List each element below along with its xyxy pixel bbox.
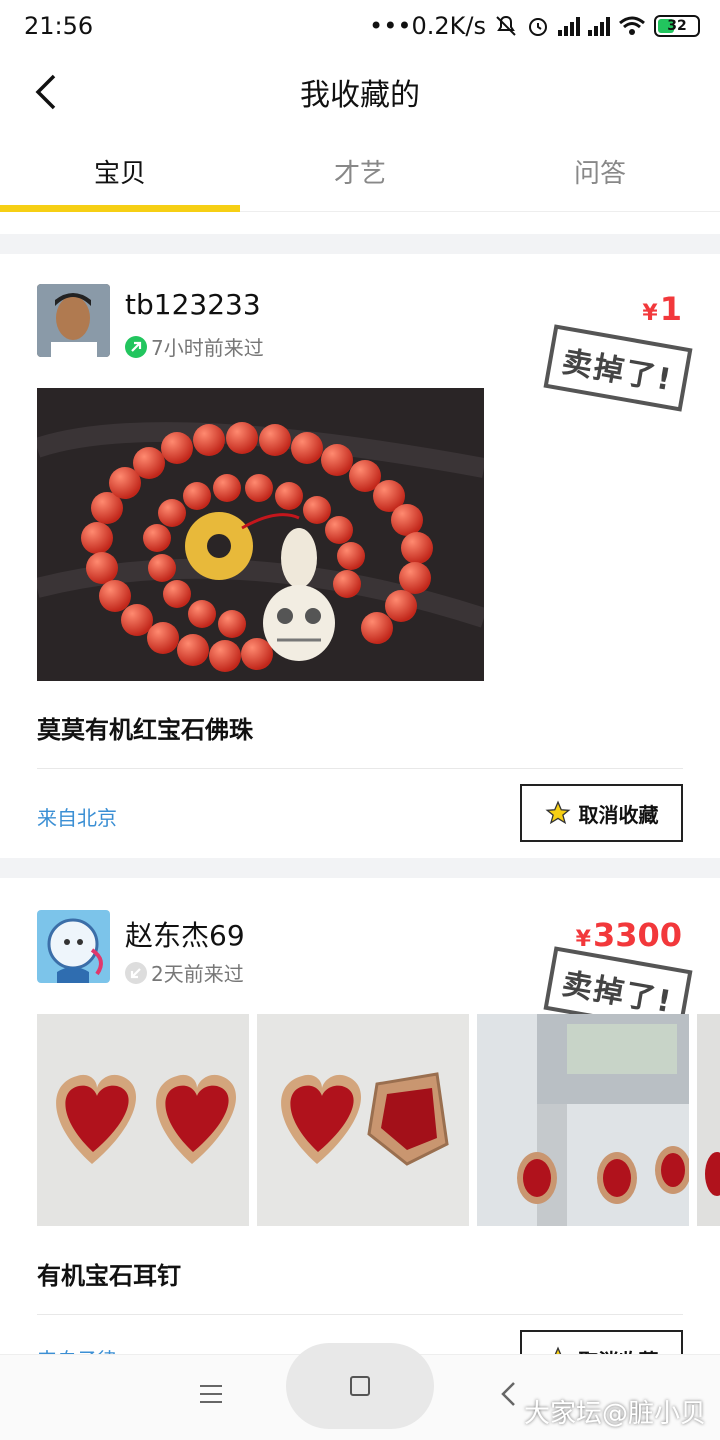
network-speed: •••0.2K/s [369,12,486,40]
alarm-icon [529,18,547,36]
battery-icon: 32 [654,15,700,37]
square-icon [350,1376,370,1396]
tab-qa[interactable]: 问答 [480,132,720,211]
location: 来自北京 [37,806,117,830]
page-title: 我收藏的 [300,78,420,113]
back-button[interactable] [26,72,66,112]
item-photo[interactable] [37,1014,249,1226]
menu-icon[interactable] [200,1385,222,1409]
unfavorite-label: 取消收藏 [578,802,659,827]
status-time: 21:56 [24,12,94,40]
watermark: 大家坛@脏小贝 [523,1399,706,1429]
tab-treasures[interactable]: 宝贝 [0,132,240,212]
item-photo[interactable] [697,1014,720,1226]
mute-icon [496,15,516,36]
divider [37,1314,683,1315]
price-symbol: ¥ [575,927,591,952]
header: 我收藏的 [0,52,720,132]
item-title[interactable]: 有机宝石耳钉 [37,1256,181,1291]
price: ¥1 [642,290,682,328]
home-button[interactable] [286,1343,434,1429]
nav-back-button[interactable] [500,1381,516,1414]
tab-talents[interactable]: 才艺 [240,132,480,211]
price-symbol: ¥ [642,301,658,326]
avatar[interactable] [37,910,110,983]
arrow-up-right-icon [125,335,147,358]
divider [37,768,683,769]
item-photo[interactable] [257,1014,469,1226]
chevron-left-icon [35,74,56,110]
chevron-left-icon [501,1382,515,1406]
tab-bar: 宝贝 才艺 问答 [0,132,720,212]
favorite-item-card[interactable]: tb123233 7小时前来过 ¥1 卖掉了! 莫莫有机红宝石佛珠 来自北京 取… [0,254,720,858]
arrow-down-left-icon [125,961,147,984]
avatar[interactable] [37,284,110,357]
item-title[interactable]: 莫莫有机红宝石佛珠 [37,710,253,745]
item-photo[interactable] [37,388,484,681]
visited-text: 2天前来过 [151,962,244,986]
visited-text: 7小时前来过 [151,336,264,360]
price: ¥3300 [576,916,682,954]
signal-icon-2 [588,16,610,36]
item-photo[interactable] [477,1014,689,1226]
wifi-icon [619,16,645,35]
username[interactable]: 赵东杰69 [125,914,245,954]
sold-stamp: 卖掉了! [543,324,693,412]
separator [0,234,720,254]
star-icon [544,800,571,825]
price-value: 3300 [592,916,682,954]
system-nav-bar: 大家坛@脏小贝 [0,1343,720,1440]
status-bar: 21:56 •••0.2K/s 32 [0,0,720,52]
status-icons: •••0.2K/s 32 [369,12,700,40]
separator [0,858,720,878]
signal-icon [558,16,580,36]
unfavorite-button[interactable]: 取消收藏 [520,784,683,842]
battery-level: 32 [667,18,687,34]
visited-status: 7小时前来过 [125,332,264,361]
username[interactable]: tb123233 [125,288,261,321]
favorite-item-card[interactable]: 赵东杰69 2天前来过 ¥3300 卖掉了! 有机宝石耳钉 [0,878,720,1388]
visited-status: 2天前来过 [125,958,244,987]
price-value: 1 [659,290,682,328]
